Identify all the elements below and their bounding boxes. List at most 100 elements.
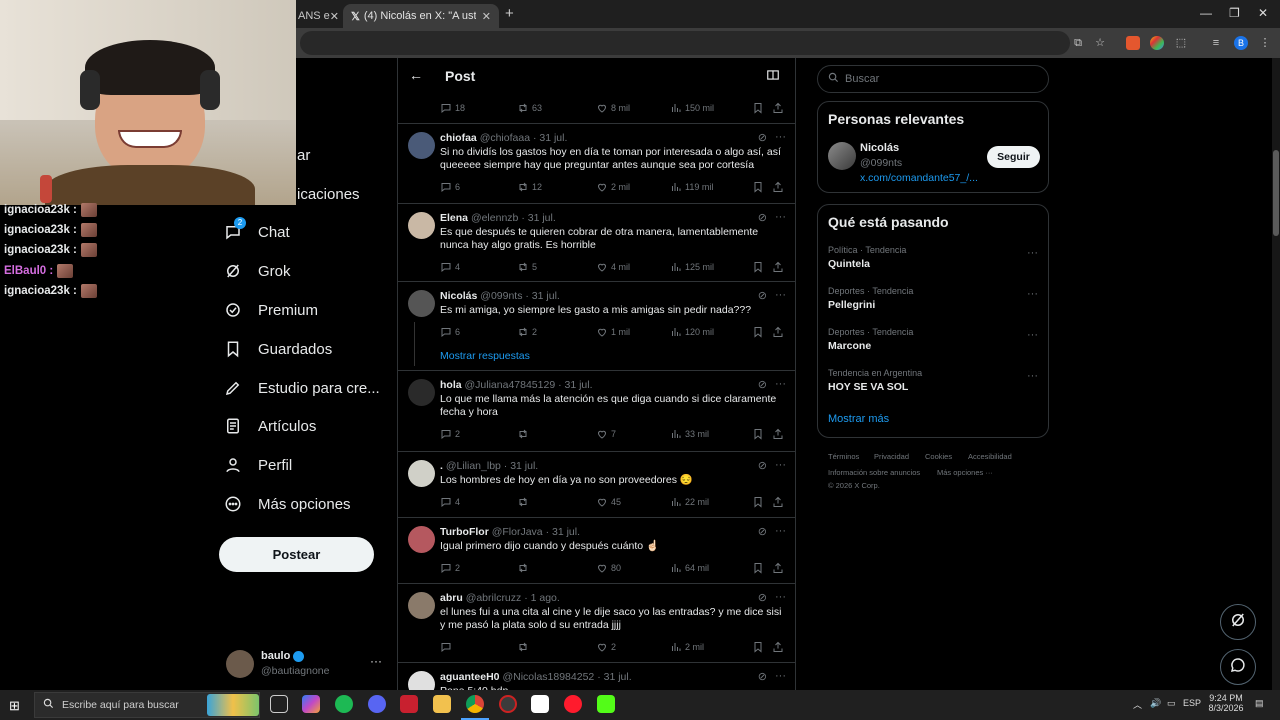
app-icon[interactable] — [400, 695, 418, 713]
tweet-author[interactable]: chiofaa — [440, 132, 477, 144]
bookmark-button[interactable] — [752, 102, 764, 114]
account-switcher[interactable]: baulo @bautiagnone ··· — [226, 648, 386, 680]
grok-icon[interactable]: ⊘ — [758, 378, 767, 391]
trend-more-icon[interactable]: ··· — [1027, 370, 1038, 382]
media-icon[interactable]: ≡ — [1209, 36, 1223, 50]
repost-button[interactable] — [517, 496, 532, 508]
opera-icon[interactable] — [564, 695, 582, 713]
avatar[interactable] — [408, 526, 435, 553]
new-tab-button[interactable]: + — [505, 5, 514, 22]
repost-button[interactable]: 5 — [517, 261, 537, 273]
nav-item-more[interactable]: Más opciones — [222, 489, 351, 519]
page-scrollbar[interactable] — [1272, 58, 1280, 690]
more-icon[interactable]: ··· — [775, 289, 786, 302]
network-icon[interactable]: ▭ — [1167, 698, 1176, 709]
share-button[interactable] — [772, 562, 784, 574]
relevant-name[interactable]: Nicolás — [860, 142, 899, 154]
nav-item-chat[interactable]: 2 Chat — [222, 217, 290, 247]
bookmark-button[interactable] — [752, 428, 764, 440]
language-indicator[interactable]: ESP — [1183, 698, 1201, 708]
bookmark-button[interactable] — [752, 562, 764, 574]
task-view-icon[interactable] — [270, 695, 288, 713]
like-button[interactable]: 4 mil — [596, 261, 630, 273]
more-icon[interactable]: ··· — [775, 378, 786, 391]
extensions-puzzle-icon[interactable]: ⬚ — [1174, 36, 1188, 50]
avatar[interactable] — [408, 671, 435, 690]
grok-icon[interactable]: ⊘ — [758, 289, 767, 302]
more-icon[interactable]: ··· — [775, 131, 786, 144]
volume-icon[interactable]: 🔊 — [1150, 698, 1161, 709]
share-button[interactable] — [772, 326, 784, 338]
tweet-handle[interactable]: @elennzb — [471, 212, 518, 224]
grok-icon[interactable]: ⊘ — [758, 211, 767, 224]
avatar[interactable] — [408, 212, 435, 239]
reply-tweet[interactable]: abru @abrilcruzz · 1 ago. ⊘ ··· el lunes fu… — [398, 584, 795, 663]
nav-item-studio[interactable]: Estudio para cre... — [222, 373, 380, 403]
footer-link[interactable]: Más opciones ··· — [937, 468, 993, 477]
reply-button[interactable]: 2 — [440, 428, 460, 440]
app-icon[interactable] — [531, 695, 549, 713]
trend-more-icon[interactable]: ··· — [1027, 247, 1038, 259]
restore-button[interactable]: ❐ — [1229, 6, 1240, 20]
nav-partial-label[interactable]: ar — [297, 147, 310, 164]
follow-button[interactable]: Seguir — [987, 146, 1040, 168]
relevant-link[interactable]: x.com/comandante57_/... — [860, 172, 978, 184]
close-tab-icon[interactable]: ✕ — [330, 10, 339, 23]
footer-link[interactable]: Privacidad — [874, 452, 909, 461]
extension-icon[interactable] — [1150, 36, 1164, 50]
browser-tab-previous[interactable]: ANS e ✕ — [290, 4, 340, 28]
taskbar-clock[interactable]: 9:24 PM 8/3/2026 — [1204, 693, 1248, 713]
nav-item-premium[interactable]: Premium — [222, 295, 318, 325]
repost-button[interactable]: 2 — [517, 326, 537, 338]
share-button[interactable] — [772, 428, 784, 440]
avatar[interactable] — [828, 142, 856, 170]
grok-fab[interactable] — [1220, 604, 1256, 640]
grok-icon[interactable]: ⊘ — [758, 131, 767, 144]
views-button[interactable]: 119 mil — [670, 181, 713, 193]
search-input[interactable]: Buscar — [817, 65, 1049, 93]
footer-link[interactable]: Términos — [828, 452, 859, 461]
footer-link[interactable]: Información sobre anuncios — [828, 468, 920, 477]
share-button[interactable] — [772, 641, 784, 653]
close-window-button[interactable]: ✕ — [1258, 6, 1268, 20]
like-button[interactable]: 1 mil — [596, 326, 630, 338]
grok-icon[interactable]: ⊘ — [758, 670, 767, 683]
messages-fab[interactable] — [1220, 649, 1256, 685]
trend-more-icon[interactable]: ··· — [1027, 288, 1038, 300]
share-button[interactable] — [772, 261, 784, 273]
views-button[interactable]: 33 mil — [670, 428, 709, 440]
extension-icon[interactable] — [1126, 36, 1140, 50]
post-button[interactable]: Postear — [219, 537, 374, 572]
like-button[interactable]: 8 mil — [596, 102, 630, 114]
tweet-author[interactable]: Nicolás — [440, 290, 477, 302]
repost-button[interactable]: 12 — [517, 181, 542, 193]
reply-button[interactable]: 4 — [440, 496, 460, 508]
address-bar[interactable] — [300, 31, 1070, 55]
views-button[interactable]: 125 mil — [670, 261, 714, 273]
trend-name[interactable]: HOY SE VA SOL — [828, 381, 908, 393]
minimize-button[interactable]: — — [1200, 6, 1212, 20]
file-explorer-icon[interactable] — [433, 695, 451, 713]
bookmark-button[interactable] — [752, 496, 764, 508]
trend-name[interactable]: Quintela — [828, 258, 870, 270]
avatar[interactable] — [408, 460, 435, 487]
trend-name[interactable]: Marcone — [828, 340, 871, 352]
views-button[interactable]: 64 mil — [670, 562, 709, 574]
more-icon[interactable]: ··· — [775, 525, 786, 538]
tray-chevron-icon[interactable]: ︿ — [1133, 698, 1142, 711]
nav-item-bookmarks[interactable]: Guardados — [222, 334, 332, 364]
windows-start-icon[interactable]: ⊞ — [9, 698, 20, 714]
bookmark-button[interactable] — [752, 181, 764, 193]
nav-item-grok[interactable]: Grok — [222, 256, 291, 286]
show-replies-link[interactable]: Mostrar respuestas — [440, 350, 530, 362]
views-button[interactable]: 2 mil — [670, 641, 704, 653]
views-button[interactable]: 22 mil — [670, 496, 709, 508]
tweet-author[interactable]: Elena — [440, 212, 468, 224]
more-icon[interactable]: ··· — [775, 670, 786, 683]
bookmark-button[interactable] — [752, 326, 764, 338]
trend-more-icon[interactable]: ··· — [1027, 329, 1038, 341]
discord-icon[interactable] — [368, 695, 386, 713]
share-button[interactable] — [772, 496, 784, 508]
footer-link[interactable]: © 2026 X Corp. — [828, 481, 880, 490]
repost-button[interactable]: 63 — [517, 102, 542, 114]
